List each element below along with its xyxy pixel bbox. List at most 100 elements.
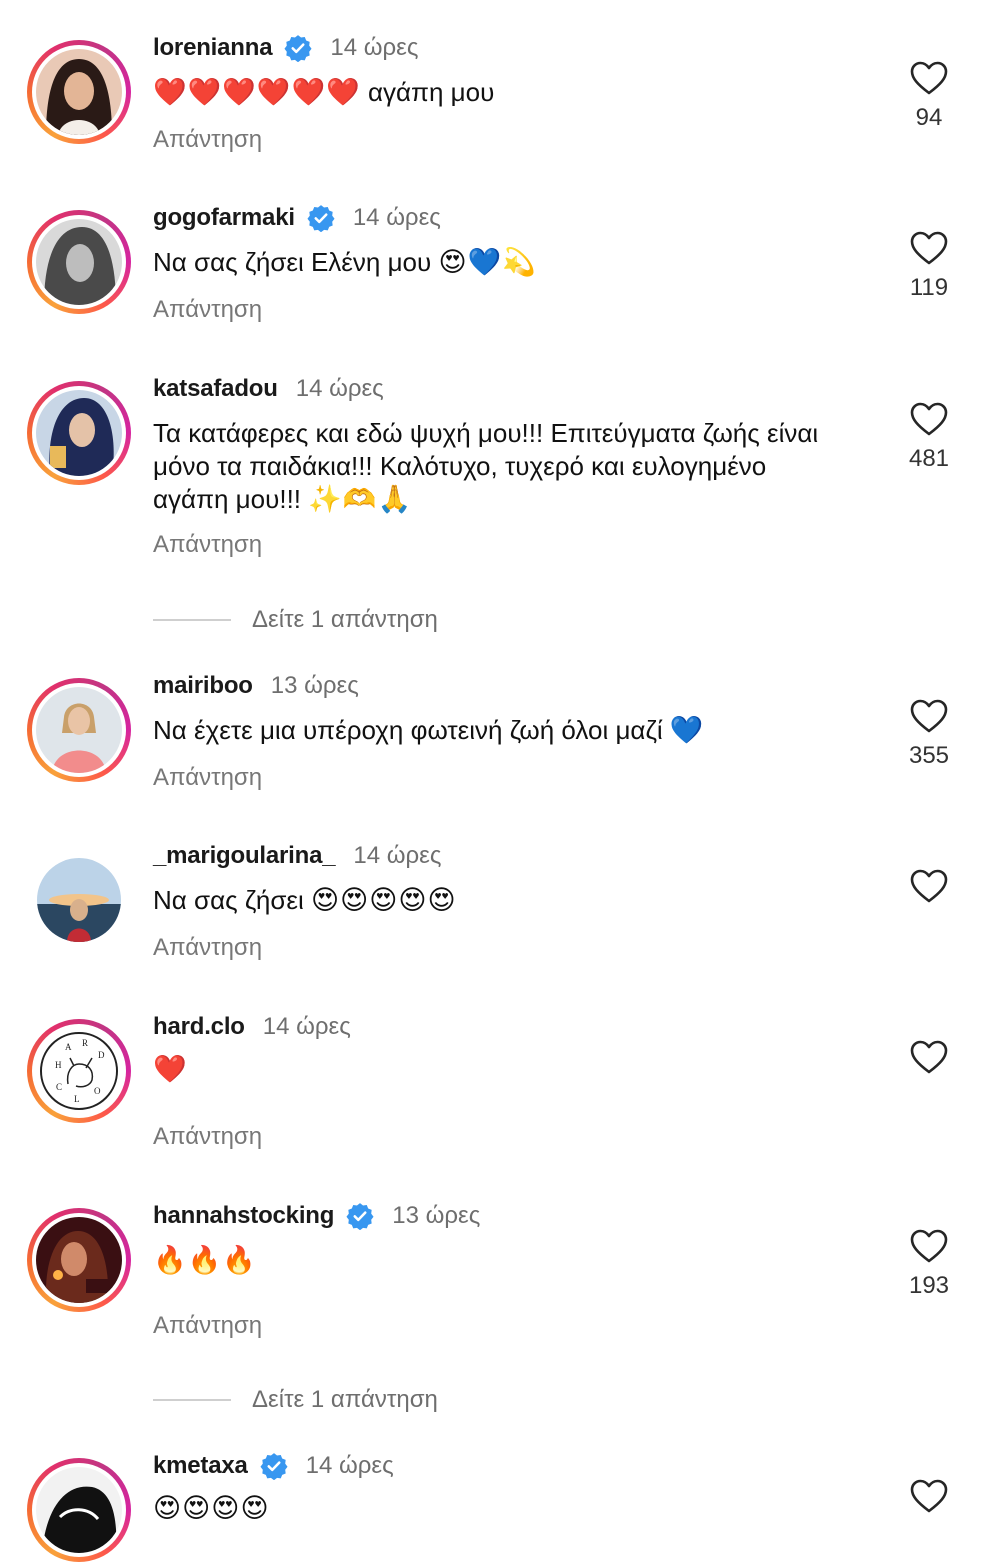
verified-badge-icon bbox=[260, 1453, 288, 1480]
comment-text: Να σας ζήσει Ελένη μου 😍💙💫 bbox=[153, 246, 833, 279]
comment-timestamp: 14 ώρες bbox=[262, 1013, 351, 1040]
emoji-text: ❤️❤️❤️❤️❤️❤️ bbox=[153, 77, 361, 107]
reply-button[interactable]: Απάντηση bbox=[153, 296, 262, 324]
reply-button[interactable]: Απάντηση bbox=[153, 934, 262, 962]
username[interactable]: kmetaxa bbox=[153, 1452, 248, 1480]
avatar-story-ring[interactable] bbox=[27, 1458, 131, 1562]
comment-body: Τα κατάφερες και εδώ ψυχή μου!!! Επιτεύγ… bbox=[153, 418, 819, 514]
avatar: H A R D C L O bbox=[36, 1028, 122, 1114]
logo-letter-h: H bbox=[55, 1060, 62, 1070]
like-control bbox=[905, 1039, 953, 1075]
avatar bbox=[36, 1467, 122, 1553]
comment-text: 😍😍😍😍 bbox=[153, 1492, 833, 1525]
like-control: 94 bbox=[905, 60, 953, 132]
like-control: 355 bbox=[905, 698, 953, 770]
comment-timestamp: 14 ώρες bbox=[352, 204, 441, 231]
comment-timestamp: 14 ώρες bbox=[330, 34, 419, 61]
username[interactable]: katsafadou bbox=[153, 375, 278, 403]
avatar-story-ring[interactable] bbox=[27, 210, 131, 314]
comment-timestamp: 14 ώρες bbox=[295, 375, 384, 402]
comment-header: gogofarmaki 14 ώρες bbox=[153, 198, 441, 238]
username[interactable]: gogofarmaki bbox=[153, 204, 295, 232]
like-count: 94 bbox=[915, 104, 943, 131]
comment-header: katsafadou 14 ώρες bbox=[153, 369, 384, 409]
view-replies-button[interactable]: Δείτε 1 απάντηση bbox=[153, 1382, 653, 1418]
heart-icon[interactable] bbox=[909, 1039, 949, 1075]
logo-letter-c: C bbox=[56, 1082, 62, 1092]
like-control: 119 bbox=[905, 230, 953, 302]
reply-button[interactable]: Απάντηση bbox=[153, 531, 262, 559]
comment-text: ❤️❤️❤️❤️❤️❤️ αγάπη μου bbox=[153, 76, 833, 109]
avatar bbox=[36, 390, 122, 476]
reply-button[interactable]: Απάντηση bbox=[153, 764, 262, 792]
view-replies-label: Δείτε 1 απάντηση bbox=[252, 1386, 438, 1413]
avatar bbox=[37, 858, 121, 942]
like-count: 481 bbox=[908, 445, 950, 472]
avatar-story-ring[interactable] bbox=[27, 1208, 131, 1312]
comment-body: Να σας ζήσει bbox=[153, 885, 311, 915]
comment-header: lorenianna 14 ώρες bbox=[153, 28, 418, 68]
avatar-story-ring[interactable] bbox=[27, 381, 131, 485]
heart-icon[interactable] bbox=[909, 60, 949, 96]
heart-icon[interactable] bbox=[909, 230, 949, 266]
comment-body: Να έχετε μια υπέροχη φωτεινή ζωή όλοι μα… bbox=[153, 715, 670, 745]
logo-letter-o: O bbox=[94, 1086, 101, 1096]
comment-body: αγάπη μου bbox=[360, 77, 495, 107]
logo-letter-d: D bbox=[98, 1050, 105, 1060]
emoji-text: 😍💙💫 bbox=[438, 247, 537, 277]
emoji-text: ❤️ bbox=[153, 1054, 188, 1084]
comment-text: Να σας ζήσει 😍😍😍😍😍 bbox=[153, 884, 833, 917]
avatar bbox=[36, 1217, 122, 1303]
heart-icon[interactable] bbox=[909, 868, 949, 904]
reply-button[interactable]: Απάντηση bbox=[153, 1123, 262, 1151]
like-count: 355 bbox=[908, 742, 950, 769]
emoji-text: 😍😍😍😍😍 bbox=[310, 885, 457, 915]
username[interactable]: _marigoularina_ bbox=[153, 842, 336, 870]
verified-badge-icon bbox=[307, 205, 335, 232]
comment-header: kmetaxa 14 ώρες bbox=[153, 1446, 394, 1486]
comment-timestamp: 14 ώρες bbox=[353, 842, 442, 869]
comment-text: Να έχετε μια υπέροχη φωτεινή ζωή όλοι μα… bbox=[153, 714, 833, 747]
avatar bbox=[36, 687, 122, 773]
like-count: 193 bbox=[908, 1272, 950, 1299]
view-replies-button[interactable]: Δείτε 1 απάντηση bbox=[153, 602, 653, 638]
avatar-story-ring[interactable]: H A R D C L O bbox=[27, 1019, 131, 1123]
username[interactable]: hannahstocking bbox=[153, 1202, 334, 1230]
comment-timestamp: 13 ώρες bbox=[392, 1202, 481, 1229]
verified-badge-icon bbox=[284, 35, 312, 62]
avatar-container[interactable] bbox=[27, 848, 131, 952]
like-count: 119 bbox=[909, 274, 949, 301]
username[interactable]: mairiboo bbox=[153, 672, 253, 700]
emoji-text: 💙 bbox=[669, 715, 705, 745]
like-control bbox=[905, 868, 953, 904]
comment-text: ❤️ bbox=[153, 1053, 833, 1086]
comment-timestamp: 13 ώρες bbox=[270, 672, 359, 699]
username[interactable]: hard.clo bbox=[153, 1013, 245, 1041]
comment-body: Να σας ζήσει Ελένη μου bbox=[153, 247, 439, 277]
comment-text: 🔥🔥🔥 bbox=[153, 1244, 833, 1277]
view-replies-divider bbox=[153, 1399, 231, 1401]
avatar-story-ring[interactable] bbox=[27, 678, 131, 782]
heart-icon[interactable] bbox=[909, 698, 949, 734]
heart-icon[interactable] bbox=[909, 1478, 949, 1514]
comment-header: _marigoularina_ 14 ώρες bbox=[153, 836, 441, 876]
logo-letter-r: R bbox=[82, 1038, 88, 1048]
reply-button[interactable]: Απάντηση bbox=[153, 126, 262, 154]
avatar-story-ring[interactable] bbox=[27, 40, 131, 144]
username[interactable]: lorenianna bbox=[153, 34, 273, 62]
verified-badge-icon bbox=[346, 1203, 374, 1230]
logo-letter-a: A bbox=[65, 1042, 72, 1052]
reply-button[interactable]: Απάντηση bbox=[153, 1312, 262, 1340]
emoji-text: ✨🫶🙏 bbox=[308, 484, 413, 514]
logo-letter-l: L bbox=[74, 1094, 80, 1104]
comment-text: Τα κατάφερες και εδώ ψυχή μου!!! Επιτεύγ… bbox=[153, 417, 833, 516]
view-replies-label: Δείτε 1 απάντηση bbox=[252, 606, 438, 633]
comment-header: mairiboo 13 ώρες bbox=[153, 666, 359, 706]
avatar bbox=[36, 219, 122, 305]
like-control: 481 bbox=[905, 401, 953, 473]
view-replies-divider bbox=[153, 619, 231, 621]
comment-timestamp: 14 ώρες bbox=[305, 1452, 394, 1479]
heart-icon[interactable] bbox=[909, 1228, 949, 1264]
heart-icon[interactable] bbox=[909, 401, 949, 437]
comment-header: hard.clo 14 ώρες bbox=[153, 1007, 351, 1047]
